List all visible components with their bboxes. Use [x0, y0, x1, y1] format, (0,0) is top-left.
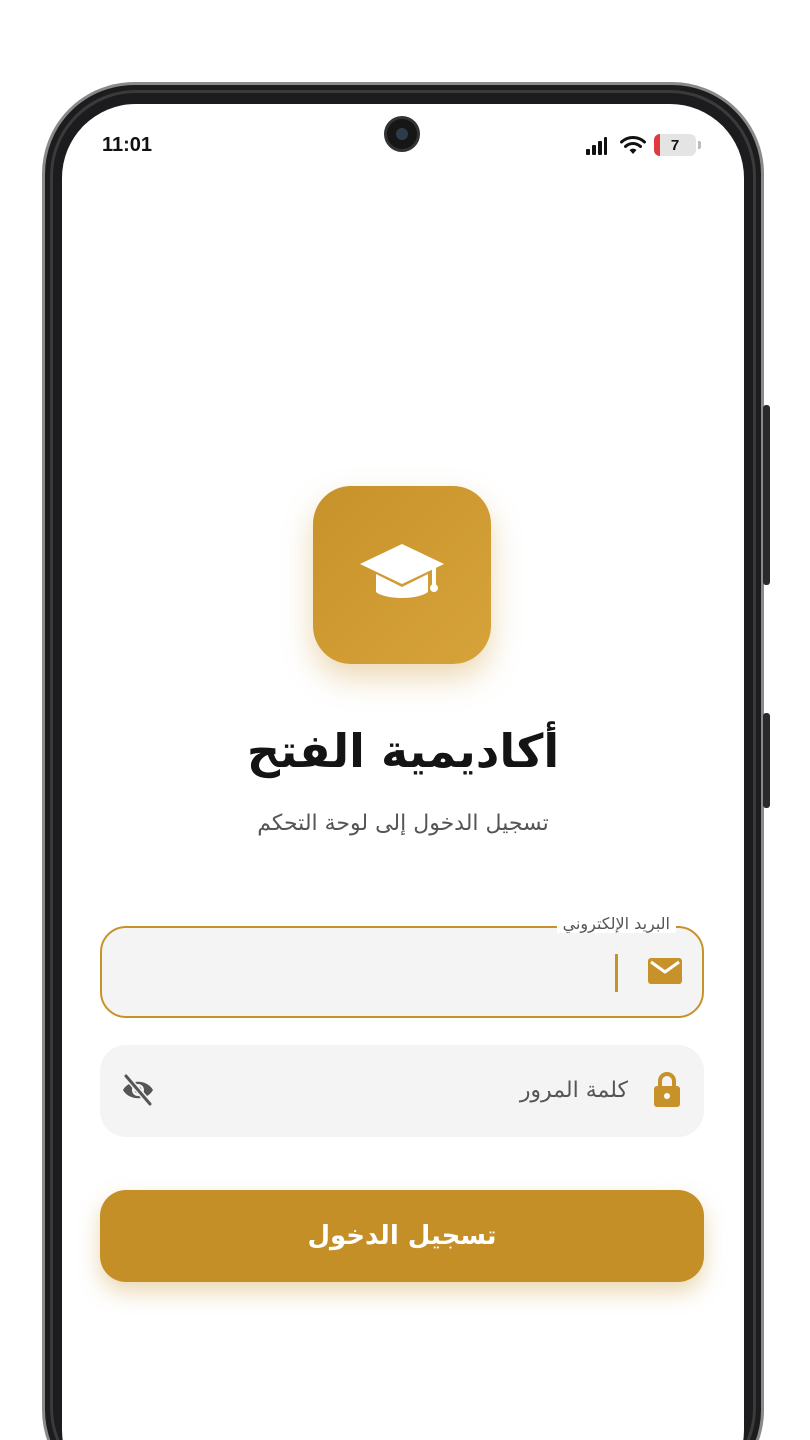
password-input[interactable] — [180, 1067, 628, 1113]
email-field[interactable]: البريد الإلكتروني — [100, 914, 704, 1018]
lock-icon — [654, 1072, 680, 1107]
power-button — [763, 713, 770, 808]
front-camera — [384, 116, 420, 152]
login-button[interactable]: تسجيل الدخول — [100, 1190, 704, 1282]
password-field[interactable] — [100, 1045, 704, 1137]
app-logo — [313, 486, 491, 664]
status-time: 11:01 — [102, 134, 153, 156]
battery-icon: 7 — [654, 134, 701, 156]
login-subtitle: تسجيل الدخول إلى لوحة التحكم — [257, 811, 549, 836]
cellular-signal-icon — [586, 135, 612, 155]
envelope-icon — [648, 958, 682, 984]
eye-off-icon[interactable] — [120, 1073, 156, 1107]
battery-level: 7 — [670, 136, 680, 154]
email-input[interactable] — [122, 950, 602, 996]
graduation-cap-icon — [360, 544, 444, 598]
app-screen: 11:01 7 أكاديمية الفتح تسجيل الدخول إلى … — [62, 104, 744, 1440]
app-title: أكاديمية الفتح — [246, 724, 560, 778]
text-caret — [615, 954, 618, 992]
status-icons: 7 — [586, 134, 701, 156]
email-label: البريد الإلكتروني — [556, 914, 676, 933]
volume-button — [763, 405, 770, 585]
wifi-icon — [620, 136, 646, 154]
